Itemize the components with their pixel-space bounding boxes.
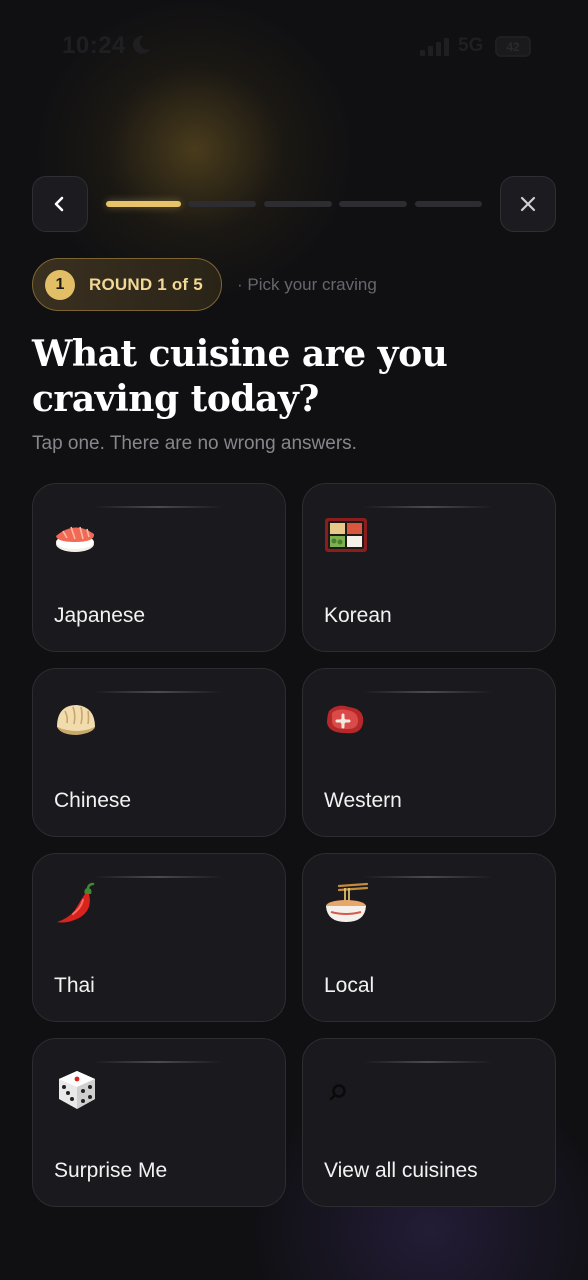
- cuisine-label: Korean: [324, 604, 392, 627]
- card-shine: [93, 691, 223, 693]
- chili-pepper-icon: [57, 882, 95, 923]
- progress-segment-2: [188, 201, 256, 207]
- noodle-bowl-icon: [326, 882, 369, 922]
- page-subtitle: Tap one. There are no wrong answers.: [32, 433, 357, 454]
- cuisine-option-chinese[interactable]: Chinese: [32, 668, 286, 837]
- cuisine-label: Western: [324, 789, 402, 812]
- round-pill: 1 ROUND 1 of 5: [32, 258, 222, 311]
- search-icon: [329, 1084, 346, 1101]
- battery-level: 42: [506, 39, 520, 54]
- battery-icon: 42: [495, 36, 531, 57]
- round-progress: [106, 201, 482, 207]
- dumpling-icon: [57, 705, 95, 735]
- sushi-icon: [56, 526, 95, 552]
- progress-segment-3: [264, 201, 332, 207]
- chevron-left-icon: [54, 196, 64, 212]
- card-label: View all cuisines: [324, 1159, 478, 1182]
- screen: 10:24 5G 42 1 ROUND 1 of 5 · Pick your c…: [0, 0, 588, 1280]
- cuisine-label: Local: [324, 974, 375, 997]
- cuisine-option-western[interactable]: Western: [302, 668, 556, 837]
- cuisine-option-thai[interactable]: Thai: [32, 853, 286, 1022]
- status-time: 10:24: [62, 32, 126, 59]
- network-label: 5G: [458, 35, 484, 56]
- cuisine-label: Thai: [54, 974, 95, 997]
- card-label: Surprise Me: [54, 1159, 168, 1182]
- back-button[interactable]: [32, 176, 88, 232]
- steak-icon: [327, 705, 364, 734]
- cuisine-option-korean[interactable]: Korean: [302, 483, 556, 652]
- dice-icon: [59, 1071, 95, 1109]
- close-button[interactable]: [500, 176, 556, 232]
- status-bar: 10:24 5G 42: [0, 0, 588, 92]
- cuisine-grid: Japanese Korean Chinese Western Thai Loc…: [32, 483, 556, 1207]
- card-shine: [363, 1061, 493, 1063]
- card-shine: [93, 1061, 223, 1063]
- progress-segment-5: [415, 201, 482, 207]
- card-shine: [93, 876, 223, 878]
- card-shine: [363, 506, 493, 508]
- surprise-me-button[interactable]: Surprise Me: [32, 1038, 286, 1207]
- cuisine-option-japanese[interactable]: Japanese: [32, 483, 286, 652]
- card-shine: [93, 506, 223, 508]
- card-shine: [363, 876, 493, 878]
- progress-segment-1: [106, 201, 181, 207]
- close-icon: [520, 196, 536, 212]
- page-title: What cuisine are you craving today?: [32, 333, 448, 420]
- round-number-badge: 1: [45, 269, 75, 300]
- round-hint: · Pick your craving: [237, 275, 377, 294]
- card-shine: [363, 691, 493, 693]
- round-label: ROUND 1 of 5: [89, 274, 203, 294]
- cuisine-label: Japanese: [54, 604, 146, 627]
- progress-segment-4: [339, 201, 407, 207]
- cuisine-option-local[interactable]: Local: [302, 853, 556, 1022]
- cuisine-label: Chinese: [54, 789, 132, 812]
- moon-icon: [133, 35, 150, 54]
- bento-box-icon: [325, 518, 367, 552]
- view-all-cuisines-button[interactable]: View all cuisines: [302, 1038, 556, 1207]
- signal-icon: [420, 38, 449, 56]
